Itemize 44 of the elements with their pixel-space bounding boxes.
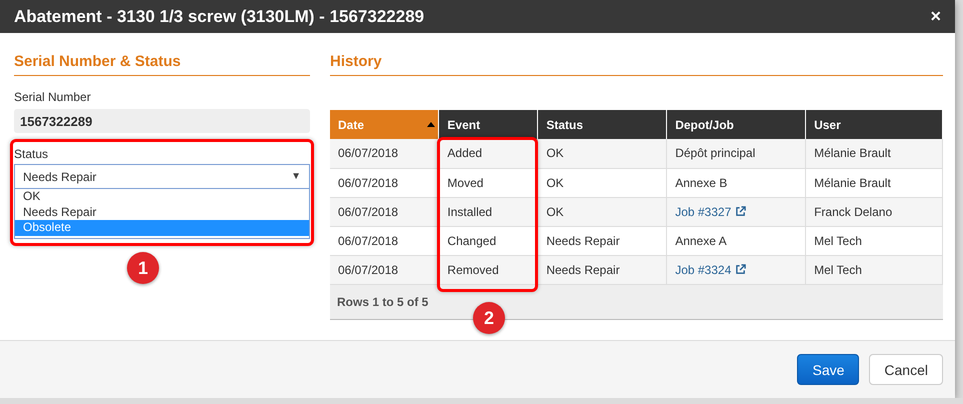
table-cell: 06/07/2018 <box>330 168 439 197</box>
column-header[interactable]: Depot/Job <box>666 110 806 139</box>
column-header[interactable]: User <box>806 110 942 139</box>
table-cell: Mélanie Brault <box>806 168 942 197</box>
sort-icon <box>427 122 436 127</box>
close-button[interactable]: × <box>930 6 941 27</box>
field-label: Serial Number <box>14 90 92 104</box>
table-cell: Needs Repair <box>538 255 667 284</box>
annotation-badge: 1 <box>127 252 159 284</box>
table-cell: OK <box>538 197 667 226</box>
section-heading: Serial Number & Status <box>14 53 310 76</box>
external-link-icon <box>735 206 746 217</box>
table-cell: Annexe A <box>666 226 806 255</box>
table-cell: Moved <box>438 168 538 197</box>
section-heading: History <box>330 53 943 76</box>
table-cell: Franck Delano <box>806 197 942 226</box>
table-cell: Needs Repair <box>538 226 667 255</box>
table-cell: Removed <box>438 255 538 284</box>
table-cell: OK <box>538 168 667 197</box>
field-label: Status <box>14 147 50 161</box>
status-select[interactable]: Needs Repair ▼ <box>14 164 310 189</box>
external-link-icon <box>735 264 746 275</box>
table-cell: 06/07/2018 <box>330 197 439 226</box>
caret-icon: ▼ <box>291 171 301 182</box>
table-cell: 06/07/2018 <box>330 226 439 255</box>
table-cell: OK <box>538 139 667 168</box>
table-cell: Changed <box>438 226 538 255</box>
column-header[interactable]: Status <box>538 110 667 139</box>
table-cell: Mel Tech <box>806 255 942 284</box>
table-cell: Mélanie Brault <box>806 139 942 168</box>
row-count: Rows 1 to 5 of 5 <box>337 294 428 308</box>
table-cell: Added <box>438 139 538 168</box>
table-cell: Installed <box>438 197 538 226</box>
table-cell: 06/07/2018 <box>330 139 439 168</box>
table-cell: Dépôt principal <box>666 139 806 168</box>
column-header[interactable]: Event <box>438 110 538 139</box>
cancel-button[interactable]: Cancel <box>869 354 943 385</box>
annotation-badge: 2 <box>473 302 505 334</box>
serial-number-field: 1567322289 <box>14 109 310 133</box>
table-cell: 06/07/2018 <box>330 255 439 284</box>
window-title: Abatement - 3130 1/3 screw (3130LM) - 1567322289 <box>14 6 424 26</box>
save-button[interactable]: Save <box>797 354 860 385</box>
table-cell: Annexe B <box>666 168 806 197</box>
table-cell: Mel Tech <box>806 226 942 255</box>
